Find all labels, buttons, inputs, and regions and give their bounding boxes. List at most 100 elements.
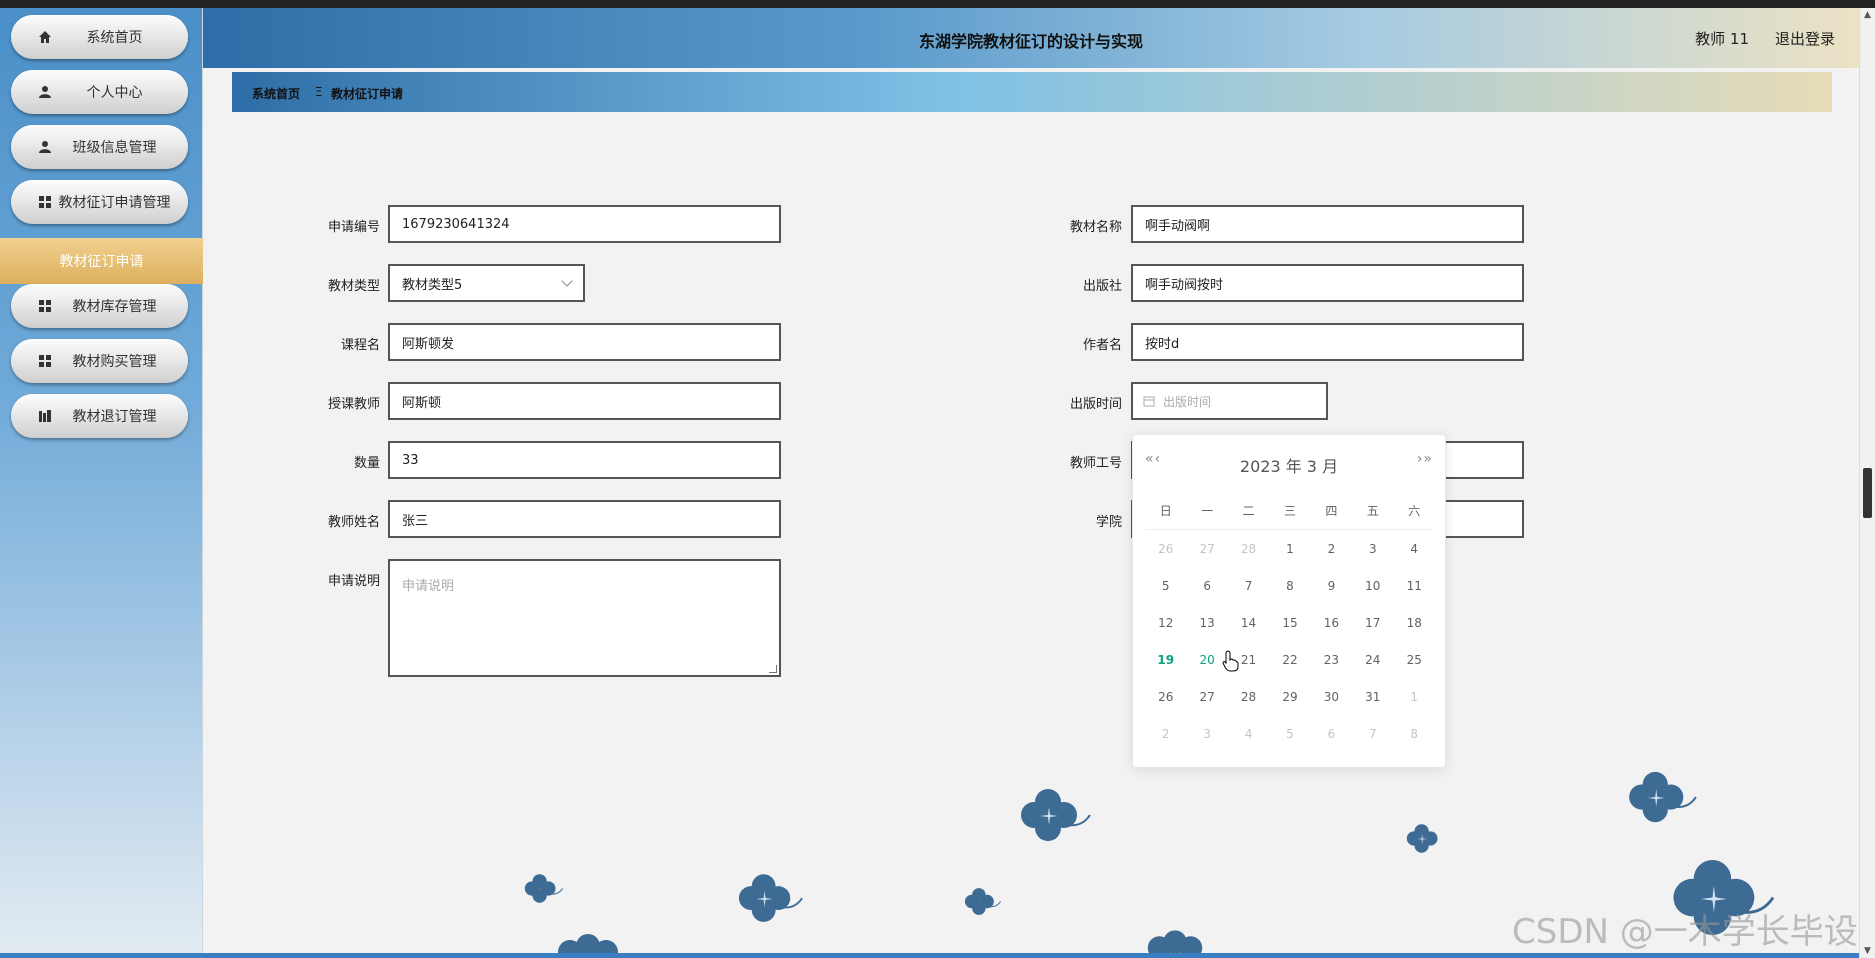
day-cell[interactable]: 24 [1352, 642, 1393, 679]
day-cell[interactable]: 23 [1311, 642, 1352, 679]
day-cell[interactable]: 8 [1394, 716, 1435, 753]
calendar-icon [1143, 395, 1155, 407]
day-cell[interactable]: 5 [1269, 716, 1310, 753]
day-cell[interactable]: 18 [1394, 605, 1435, 642]
label-course: 课程名 [340, 338, 380, 353]
day-cell-today[interactable]: 19 [1145, 642, 1186, 679]
author-value: 按时d [1145, 336, 1180, 352]
day-cell[interactable]: 3 [1352, 531, 1393, 568]
day-cell[interactable]: 26 [1145, 531, 1186, 568]
scroll-up-icon[interactable]: ▲ [1864, 10, 1871, 20]
flower-decoration-icon [1406, 824, 1438, 853]
day-cell[interactable]: 16 [1311, 605, 1352, 642]
book-input[interactable]: 啊手动阀啊 [1131, 205, 1524, 243]
apply-no-value: 1679230641324 [402, 216, 510, 232]
sidebar-item-apply-manage[interactable]: 教材征订申请管理 [11, 180, 188, 224]
course-input[interactable]: 阿斯顿发 [388, 323, 781, 361]
author-input[interactable]: 按时d [1131, 323, 1524, 361]
day-cell[interactable]: 13 [1186, 605, 1227, 642]
day-cell[interactable]: 3 [1186, 716, 1227, 753]
teacher-value: 阿斯顿 [402, 395, 442, 411]
pubdate-input[interactable]: 出版时间 [1131, 382, 1328, 420]
page-scrollbar[interactable]: ▲ ▼ [1859, 8, 1875, 958]
label-tno: 教师工号 [1069, 456, 1122, 471]
label-desc: 申请说明 [327, 574, 380, 589]
weekday-label: 六 [1408, 504, 1421, 518]
sidebar-subitem-label: 教材征订申请 [59, 254, 144, 270]
day-cell[interactable]: 1 [1394, 679, 1435, 716]
weekday-label: 三 [1283, 504, 1296, 518]
day-cell[interactable]: 7 [1352, 716, 1393, 753]
day-cell[interactable]: 4 [1228, 716, 1269, 753]
sidebar-item-cancel[interactable]: 教材退订管理 [11, 394, 188, 438]
flower-decoration-icon [738, 874, 803, 922]
pubdate-placeholder: 出版时间 [1163, 394, 1212, 409]
day-cell[interactable]: 26 [1145, 679, 1186, 716]
picker-grid: 日 一 二 三 四 五 六 26 27 28 1 2 3 4 5 6 7 8 9… [1145, 495, 1435, 753]
sidebar-item-home[interactable]: 系统首页 [11, 15, 188, 59]
desc-placeholder: 申请说明 [402, 579, 455, 594]
logout-link[interactable]: 退出登录 [1775, 28, 1835, 49]
day-cell[interactable]: 15 [1269, 605, 1310, 642]
day-cell[interactable]: 6 [1186, 568, 1227, 605]
flower-decoration-icon [1021, 789, 1091, 841]
next-month-year-buttons[interactable]: ›» [1417, 451, 1433, 467]
day-cell[interactable]: 14 [1228, 605, 1269, 642]
sidebar-item-class[interactable]: 班级信息管理 [11, 125, 188, 169]
sidebar-subitem-apply[interactable]: 教材征订申请 [0, 238, 203, 284]
day-cell[interactable]: 9 [1311, 568, 1352, 605]
day-cell[interactable]: 29 [1269, 679, 1310, 716]
current-user: 教师 11 [1695, 30, 1749, 48]
flower-decoration-icon [1629, 771, 1697, 823]
day-cell[interactable]: 25 [1394, 642, 1435, 679]
publisher-value: 啊手动阀按时 [1145, 277, 1224, 293]
day-cell[interactable]: 1 [1269, 531, 1310, 568]
day-cell[interactable]: 27 [1186, 531, 1227, 568]
sidebar-item-label: 班级信息管理 [72, 140, 157, 156]
day-cell[interactable]: 10 [1352, 568, 1393, 605]
day-cell[interactable]: 8 [1269, 568, 1310, 605]
day-cell[interactable]: 12 [1145, 605, 1186, 642]
tname-input[interactable]: 张三 [388, 500, 781, 538]
publisher-input[interactable]: 啊手动阀按时 [1131, 264, 1524, 302]
sidebar-item-label: 系统首页 [86, 30, 143, 46]
teacher-input[interactable]: 阿斯顿 [388, 382, 781, 420]
weekday-label: 一 [1201, 504, 1214, 518]
day-cell[interactable]: 2 [1311, 531, 1352, 568]
day-cell[interactable]: 11 [1394, 568, 1435, 605]
day-cell[interactable]: 5 [1145, 568, 1186, 605]
day-cell[interactable]: 2 [1145, 716, 1186, 753]
type-select[interactable]: 教材类型5 [388, 264, 585, 302]
sidebar-item-label: 个人中心 [86, 85, 143, 101]
day-cell[interactable]: 7 [1228, 568, 1269, 605]
scroll-down-icon[interactable]: ▼ [1864, 946, 1871, 956]
qty-value: 33 [402, 452, 419, 468]
weekday-label: 四 [1325, 504, 1338, 518]
apply-no-input[interactable]: 1679230641324 [388, 205, 781, 243]
day-cell[interactable]: 28 [1228, 531, 1269, 568]
qty-input[interactable]: 33 [388, 441, 781, 479]
label-qty: 数量 [353, 456, 380, 471]
chevron-down-icon [561, 275, 573, 287]
scrollbar-thumb[interactable] [1863, 468, 1872, 518]
bottom-bar [0, 953, 1859, 958]
breadcrumb-current: 教材征订申请 [331, 87, 404, 101]
sidebar-item-purchase[interactable]: 教材购买管理 [11, 339, 188, 383]
day-cell[interactable]: 28 [1228, 679, 1269, 716]
label-publisher: 出版社 [1082, 279, 1122, 294]
breadcrumb: 系统首页 Ξ 教材征订申请 [232, 72, 1832, 112]
breadcrumb-home[interactable]: 系统首页 [252, 85, 300, 102]
day-cell[interactable]: 17 [1352, 605, 1393, 642]
sidebar-item-stock[interactable]: 教材库存管理 [11, 284, 188, 328]
label-tname: 教师姓名 [327, 515, 380, 530]
day-cell[interactable]: 31 [1352, 679, 1393, 716]
flower-decoration-icon [524, 874, 564, 903]
day-cell[interactable]: 27 [1186, 679, 1227, 716]
day-cell[interactable]: 6 [1311, 716, 1352, 753]
sidebar-item-profile[interactable]: 个人中心 [11, 70, 188, 114]
day-cell[interactable]: 30 [1311, 679, 1352, 716]
day-cell[interactable]: 22 [1269, 642, 1310, 679]
day-cell[interactable]: 4 [1394, 531, 1435, 568]
resize-handle-icon[interactable] [769, 665, 777, 673]
desc-textarea[interactable]: 申请说明 [388, 559, 781, 677]
